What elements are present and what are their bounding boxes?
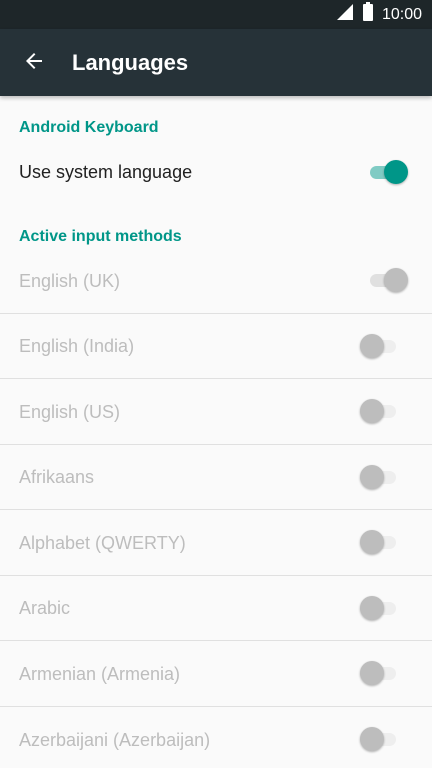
language-label: Afrikaans	[19, 467, 95, 487]
language-toggle-alphabet-qwerty[interactable]	[358, 529, 398, 555]
language-toggle-english-india[interactable]	[358, 333, 398, 359]
language-row-english-india[interactable]: English (India)	[0, 314, 432, 378]
back-arrow-icon	[22, 49, 46, 78]
language-row-arabic[interactable]: Arabic	[0, 576, 432, 640]
language-row-armenian[interactable]: Armenian (Armenia)	[0, 641, 432, 706]
language-row-english-uk[interactable]: English (UK)	[0, 248, 432, 313]
language-toggle-english-uk[interactable]	[368, 267, 408, 293]
use-system-language-row[interactable]: Use system language	[0, 142, 432, 204]
language-toggle-english-us[interactable]	[358, 398, 398, 424]
language-row-alphabet-qwerty[interactable]: Alphabet (QWERTY)	[0, 510, 432, 575]
use-system-language-label: Use system language	[19, 162, 193, 182]
language-label: Arabic	[19, 598, 71, 618]
toggle-thumb	[360, 596, 384, 620]
language-label: English (India)	[19, 336, 135, 356]
section-header-android-keyboard: Android Keyboard	[19, 119, 159, 136]
language-label: Alphabet (QWERTY)	[19, 533, 186, 553]
language-toggle-azerbaijani[interactable]	[358, 726, 398, 752]
signal-icon	[336, 3, 354, 26]
toggle-thumb	[360, 334, 384, 358]
toggle-thumb	[360, 727, 384, 751]
status-time: 10:00	[381, 6, 422, 23]
toggle-thumb	[360, 399, 384, 423]
toggle-thumb	[360, 530, 384, 554]
language-row-afrikaans[interactable]: Afrikaans	[0, 445, 432, 509]
language-toggle-arabic[interactable]	[358, 595, 398, 621]
language-row-english-us[interactable]: English (US)	[0, 379, 432, 444]
toggle-thumb	[384, 268, 408, 292]
toggle-thumb	[360, 661, 384, 685]
toggle-thumb	[384, 160, 408, 184]
page-title: Languages	[72, 50, 189, 75]
section-header-active-input-methods: Active input methods	[19, 228, 182, 245]
toggle-thumb	[360, 465, 384, 489]
status-bar: 10:00	[0, 0, 432, 29]
back-button[interactable]	[14, 43, 54, 83]
language-label: English (US)	[19, 402, 121, 422]
language-toggle-afrikaans[interactable]	[358, 464, 398, 490]
status-icons: 10:00	[336, 0, 422, 29]
language-toggle-armenian[interactable]	[358, 660, 398, 686]
app-bar: Languages	[0, 29, 432, 96]
battery-icon	[362, 2, 374, 27]
language-row-azerbaijani[interactable]: Azerbaijani (Azerbaijan)	[0, 707, 432, 768]
language-label: Armenian (Armenia)	[19, 664, 181, 684]
language-label: Azerbaijani (Azerbaijan)	[19, 730, 211, 750]
language-label: English (UK)	[19, 271, 121, 291]
use-system-language-toggle[interactable]	[368, 159, 408, 185]
